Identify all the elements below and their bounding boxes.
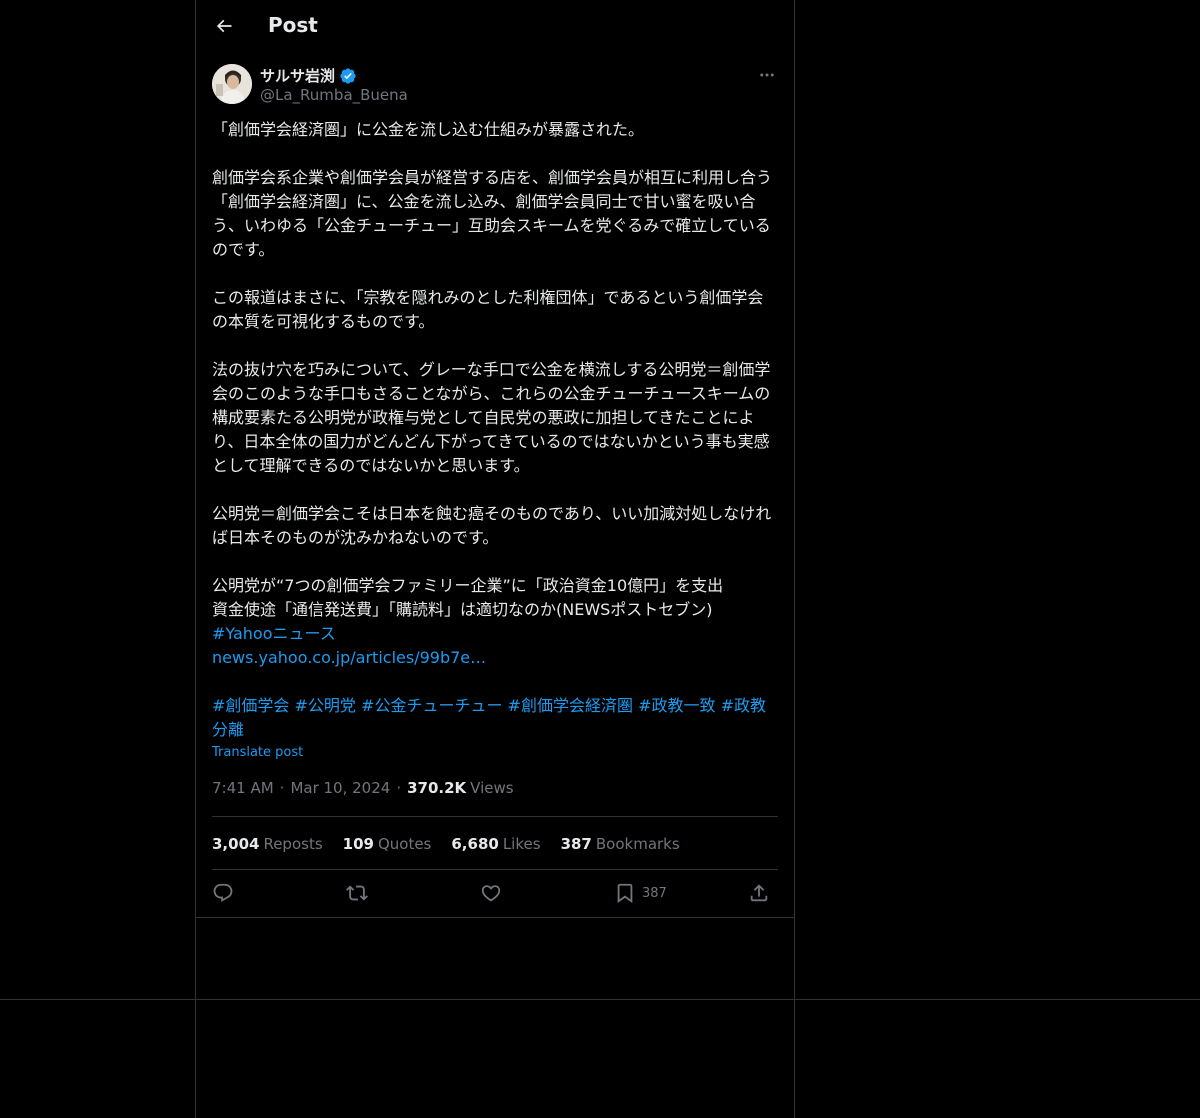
post-paragraph: この報道はまさに、「宗教を隠れみのとした利権団体」であるという創価学会の本質を可… — [212, 288, 764, 331]
news-url-link[interactable]: news.yahoo.co.jp/articles/99b7e… — [212, 646, 778, 670]
post-paragraph: 公明党＝創価学会こそは日本を蝕む癌そのものであり、いい加減対処しなければ日本その… — [212, 504, 772, 547]
author-handle[interactable]: @La_Rumba_Buena — [260, 86, 408, 104]
hashtag-link[interactable]: #政教一致 — [638, 696, 715, 715]
arrow-left-icon — [214, 16, 234, 36]
post-paragraph: 「創価学会経済圏」に公金を流し込む仕組みが暴露された。 — [212, 120, 645, 139]
share-button[interactable] — [748, 876, 770, 910]
author-display-name[interactable]: サルサ岩渕 — [260, 65, 357, 86]
post-date[interactable]: Mar 10, 2024 — [290, 779, 390, 797]
post-meta: 7:41 AM · Mar 10, 2024 · 370.2K Views — [212, 779, 514, 797]
reposts-label: Reposts — [263, 835, 323, 853]
top-bar: Post — [196, 0, 794, 55]
back-button[interactable] — [208, 10, 240, 42]
bookmarks-stat[interactable]: 387 Bookmarks — [561, 835, 680, 853]
author-name-text: サルサ岩渕 — [260, 67, 336, 85]
reply-button[interactable] — [212, 876, 234, 910]
post-author: サルサ岩渕 @La_Rumba_Buena — [212, 64, 778, 108]
more-horizontal-icon — [758, 66, 776, 84]
hashtag-link[interactable]: #創価学会 — [212, 696, 289, 715]
heart-icon — [480, 882, 502, 904]
divider — [212, 869, 778, 870]
post-bottom-border — [196, 917, 794, 918]
hashtag-link[interactable]: #公明党 — [295, 696, 356, 715]
bookmark-icon — [614, 882, 636, 904]
meta-separator: · — [279, 779, 285, 797]
likes-count: 6,680 — [451, 835, 499, 853]
hashtag-link[interactable]: #創価学会経済圏 — [508, 696, 633, 715]
post-paragraph: 法の抜け穴を巧みについて、グレーな手口で公金を横流しする公明党＝創価学会のこのよ… — [212, 360, 771, 475]
post-stats: 3,004 Reposts 109 Quotes 6,680 Likes 387 Boo… — [212, 832, 700, 856]
quotes-stat[interactable]: 109 Quotes — [343, 835, 432, 853]
bookmark-button[interactable]: 387 — [614, 876, 667, 910]
reply-icon — [212, 882, 234, 904]
like-button[interactable] — [480, 876, 502, 910]
repost-button[interactable] — [346, 876, 368, 910]
page-title: Post — [268, 13, 318, 37]
bookmarks-count: 387 — [560, 835, 592, 853]
divider — [212, 816, 778, 817]
share-icon — [748, 882, 770, 904]
repost-icon — [346, 882, 368, 904]
post-paragraph: 創価学会系企業や創価学会員が経営する店を、創価学会員が相互に利用し合う「創価学会… — [212, 168, 773, 259]
meta-separator: · — [396, 779, 402, 797]
hashtag-list: #創価学会 #公明党 #公金チューチュー #創価学会経済圏 #政教一致 #政教分… — [212, 694, 778, 742]
hashtag-link[interactable]: #Yahooニュース — [212, 622, 778, 646]
quotes-count: 109 — [342, 835, 374, 853]
likes-label: Likes — [502, 835, 541, 853]
views-label: Views — [470, 779, 514, 797]
likes-stat[interactable]: 6,680 Likes — [451, 835, 540, 853]
section-divider — [0, 999, 1200, 1000]
post-time[interactable]: 7:41 AM — [212, 779, 274, 797]
action-bar: 387 — [212, 876, 778, 910]
reposts-stat[interactable]: 3,004 Reposts — [212, 835, 323, 853]
bookmark-count: 387 — [642, 885, 667, 901]
post-text: 「創価学会経済圏」に公金を流し込む仕組みが暴露された。 創価学会系企業や創価学会… — [212, 118, 778, 742]
translate-post-link[interactable]: Translate post — [212, 745, 303, 760]
post-column: Post サルサ岩渕 @La_Rumba_Buena 「創価学会経済圏」に公金を… — [195, 0, 795, 1118]
news-line: 資金使途「通信発送費」「購読料」は適切なのか(NEWSポストセブン) — [212, 600, 713, 619]
bookmarks-label: Bookmarks — [595, 835, 680, 853]
hashtag-link[interactable]: #公金チューチュー — [361, 696, 502, 715]
more-button[interactable] — [756, 64, 778, 86]
views-count: 370.2K — [407, 779, 467, 797]
avatar[interactable] — [212, 64, 252, 104]
news-line: 公明党が“7つの創価学会ファミリー企業”に「政治資金10億円」を支出 — [212, 576, 724, 595]
verified-badge-icon — [339, 67, 357, 85]
reposts-count: 3,004 — [212, 835, 260, 853]
news-headline: 公明党が“7つの創価学会ファミリー企業”に「政治資金10億円」を支出 資金使途「… — [212, 574, 778, 670]
quotes-label: Quotes — [377, 835, 432, 853]
